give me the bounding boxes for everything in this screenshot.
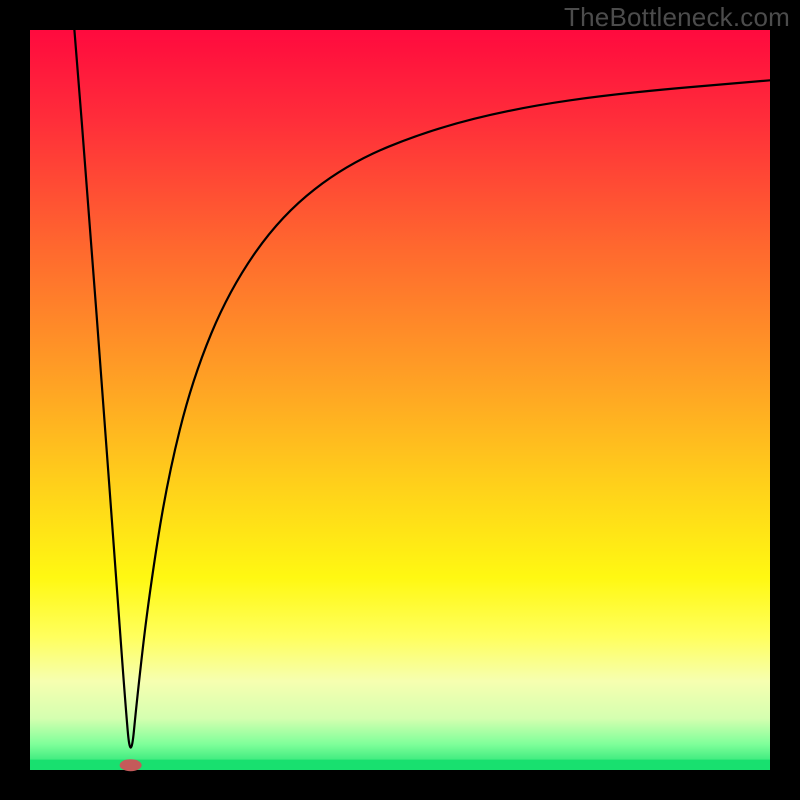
watermark-text: TheBottleneck.com [564, 2, 790, 33]
chart-frame: TheBottleneck.com [0, 0, 800, 800]
chart-canvas [0, 0, 800, 800]
minimum-marker [120, 759, 142, 771]
